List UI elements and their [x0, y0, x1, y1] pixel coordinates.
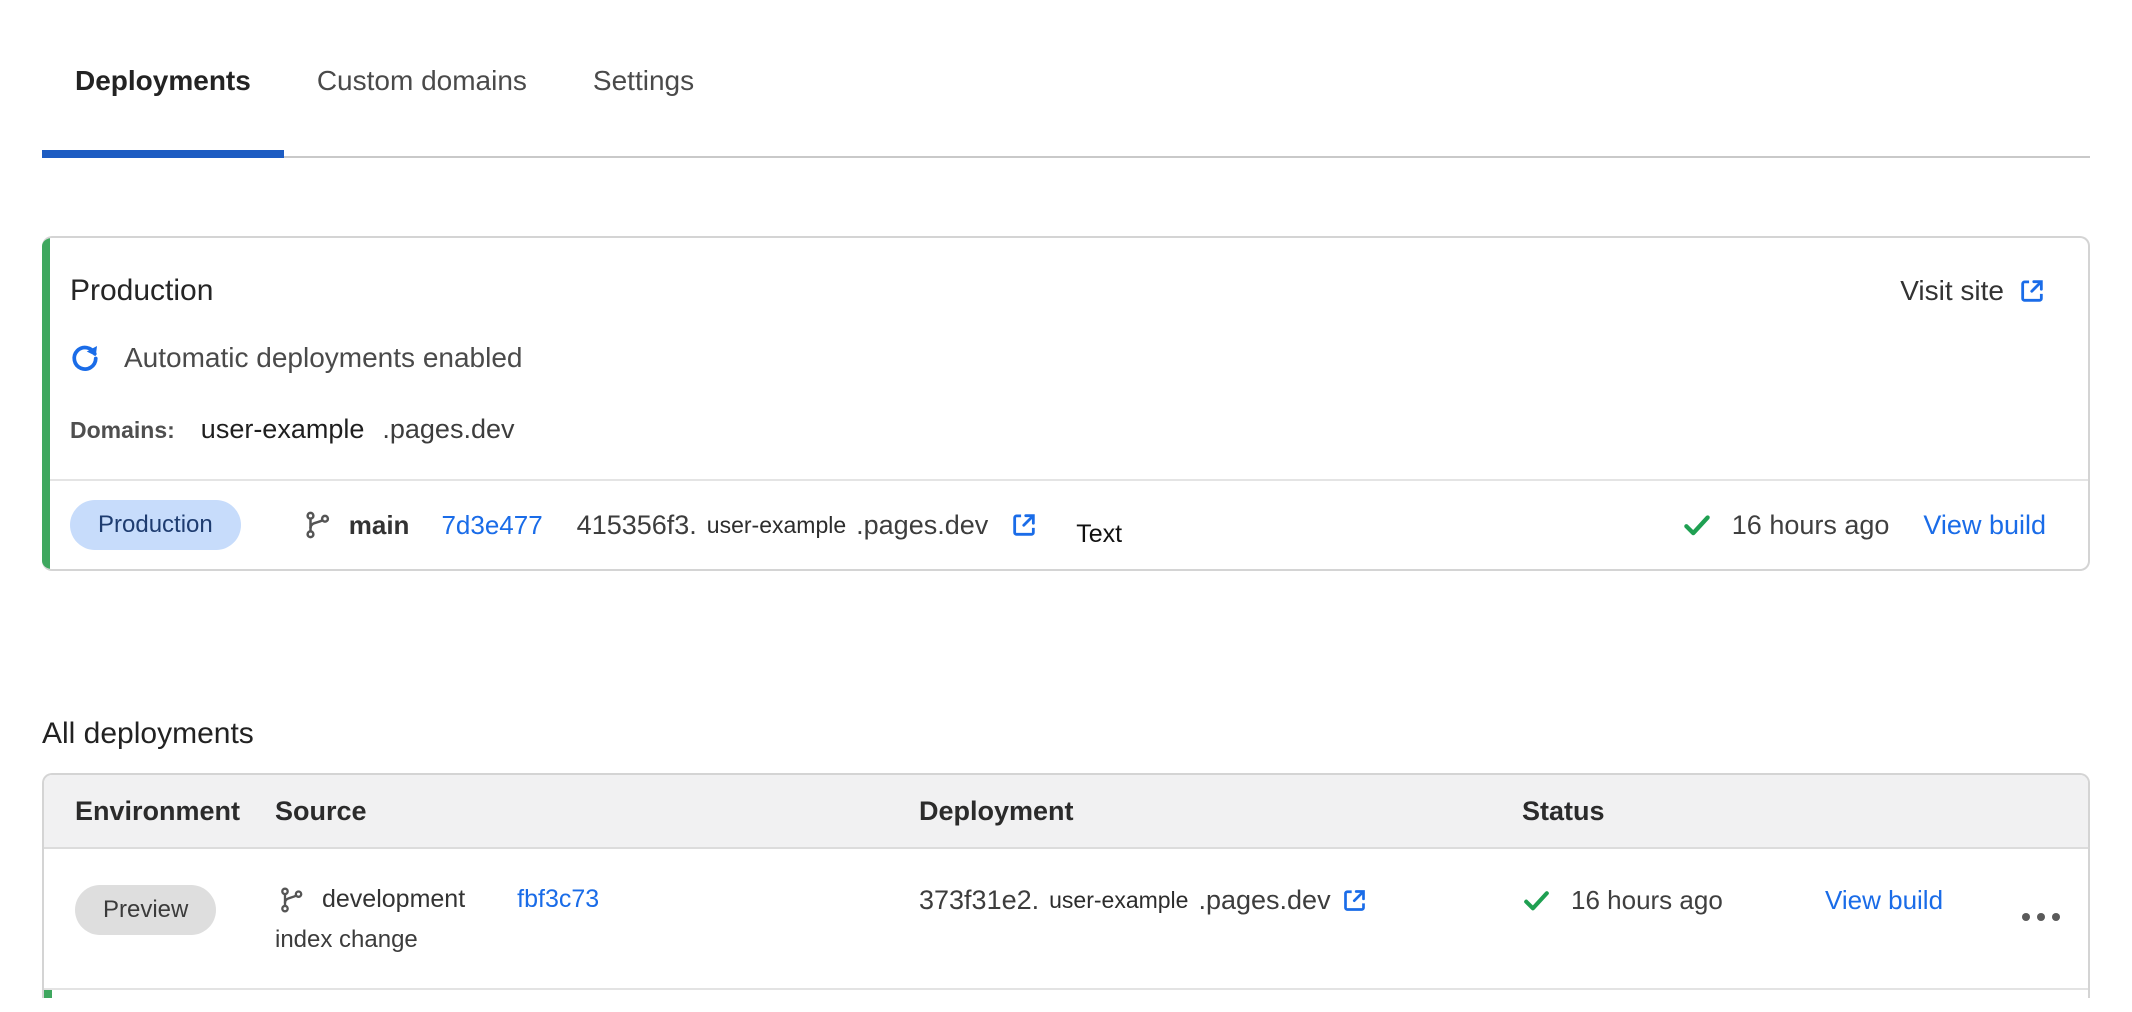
environment-badge: Production	[70, 500, 241, 550]
deployment-url-name: user-example	[1049, 887, 1188, 914]
ellipsis-menu-icon	[2020, 910, 2062, 924]
branch-name: development	[322, 885, 465, 914]
commit-link[interactable]: fbf3c73	[517, 885, 599, 914]
next-row-partial	[44, 990, 2088, 998]
deploy-time: 16 hours ago	[1732, 510, 1890, 541]
domain-name: user-example	[201, 414, 365, 445]
deployment-url[interactable]: 415356f3. user-example .pages.dev	[577, 510, 1039, 541]
production-card-title: Production	[70, 274, 213, 308]
deployment-url[interactable]: 373f31e2. user-example .pages.dev	[919, 885, 1522, 916]
domain-suffix: .pages.dev	[382, 414, 514, 445]
deployment-url-name: user-example	[707, 512, 846, 539]
production-deployment-row: Production main 7d3e477 415356f3. user-e…	[42, 479, 2088, 569]
commit-link[interactable]: 7d3e477	[441, 510, 542, 541]
production-card: Production Visit site Automat	[42, 236, 2090, 571]
git-branch-icon	[278, 886, 306, 914]
check-icon	[1682, 510, 1712, 540]
external-link-icon	[2018, 277, 2046, 305]
domains-label: Domains:	[70, 417, 175, 444]
tab-deployments[interactable]: Deployments	[42, 0, 284, 156]
view-build-link[interactable]: View build	[1923, 510, 2046, 541]
tab-settings[interactable]: Settings	[560, 0, 727, 156]
auto-deploy-text: Automatic deployments enabled	[124, 342, 522, 374]
tab-bar: Deployments Custom domains Settings	[42, 0, 2090, 158]
visit-site-link[interactable]: Visit site	[1900, 275, 2046, 307]
tab-custom-domains[interactable]: Custom domains	[284, 0, 560, 156]
commit-message: index change	[275, 926, 919, 954]
check-icon	[1522, 886, 1551, 915]
deployment-url-prefix: 373f31e2.	[919, 885, 1039, 916]
column-environment: Environment	[75, 796, 275, 827]
table-header: Environment Source Deployment Status	[44, 775, 2088, 849]
column-status: Status	[1522, 796, 2088, 827]
deploy-time: 16 hours ago	[1571, 885, 1723, 916]
all-deployments-heading: All deployments	[42, 717, 2090, 751]
deployment-url-prefix: 415356f3.	[577, 510, 697, 541]
column-source: Source	[275, 796, 919, 827]
deployment-url-suffix: .pages.dev	[1198, 885, 1330, 916]
git-branch-icon	[303, 510, 333, 540]
column-deployment: Deployment	[919, 796, 1522, 827]
external-link-icon	[1341, 887, 1368, 914]
external-link-icon	[1010, 511, 1038, 539]
environment-badge: Preview	[75, 885, 216, 935]
production-accent-bar	[44, 990, 52, 998]
deployments-table: Environment Source Deployment Status Pre…	[42, 773, 2090, 998]
view-build-link[interactable]: View build	[1825, 885, 1943, 915]
visit-site-label: Visit site	[1900, 275, 2004, 307]
table-row: Preview development fbf3c73 index change	[44, 849, 2088, 990]
deployment-url-suffix: .pages.dev	[856, 510, 988, 541]
note-text: Text	[1076, 520, 1122, 549]
row-menu-button[interactable]	[2020, 910, 2062, 929]
refresh-icon	[70, 343, 100, 373]
production-card-top: Production Visit site Automat	[42, 238, 2088, 479]
branch-name: main	[349, 510, 410, 541]
